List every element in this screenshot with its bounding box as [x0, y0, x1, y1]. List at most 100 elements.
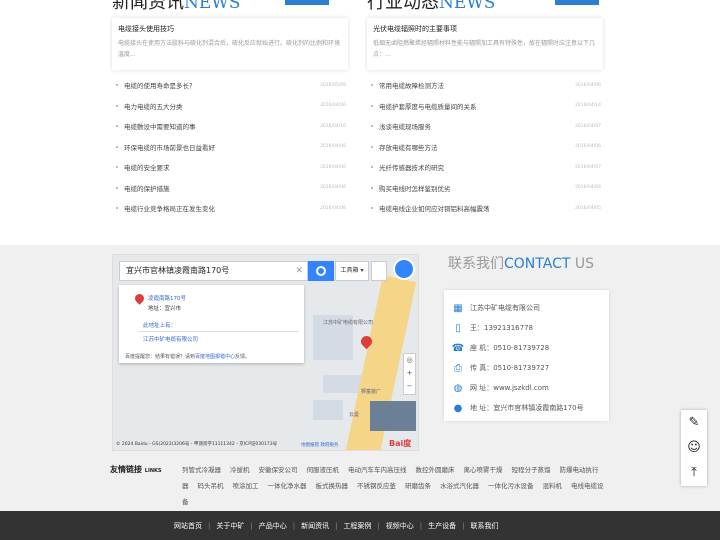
- popup-nearby: 此地址上有：: [143, 323, 177, 329]
- list-item[interactable]: 电缆电线企业如何应对铜铝料高幅震荡 2016/04/05: [367, 198, 603, 219]
- list-item[interactable]: 电缆的保护措施 2016/04/06: [112, 178, 348, 199]
- friend-link[interactable]: 研磨齿条: [405, 482, 431, 490]
- friend-link[interactable]: 安徽保安公司: [259, 466, 298, 474]
- friend-link[interactable]: 板式换热器: [316, 482, 349, 490]
- contact-fax: ⎙ 传 真：0510-81739727: [454, 362, 550, 374]
- map-tools-button[interactable]: 工具箱 ▾: [335, 261, 369, 281]
- industry-more-tab[interactable]: [555, 0, 599, 5]
- popup-address: 地址：宜兴市: [148, 306, 182, 312]
- back-to-top-icon[interactable]: ⤒: [681, 460, 707, 485]
- map-label-site1: 狮童装厂: [361, 389, 382, 395]
- friend-link[interactable]: 混料机: [543, 482, 563, 490]
- friend-link[interactable]: 不锈钢反应釜: [357, 482, 396, 490]
- footer-nav-item[interactable]: 生产设备: [428, 522, 456, 530]
- contact-company: ▦ 江苏中矿电缆有限公司: [453, 302, 540, 314]
- list-item-date: 2016/04/06: [575, 185, 601, 191]
- list-item[interactable]: 环保电缆的市场前景也日益看好 2016/04/06: [112, 137, 348, 158]
- popup-company-link[interactable]: 江苏中矿电缆有限公司: [143, 335, 198, 343]
- map-copyright: © 2024 Baidu - GS(2023)3206号 - 甲测资字11111…: [116, 442, 278, 447]
- qq-icon[interactable]: ☺: [681, 435, 707, 460]
- friend-link[interactable]: 码头吊机: [198, 482, 224, 490]
- list-item[interactable]: 电力电缆的五大分类 2016/04/06: [112, 96, 348, 117]
- news-feature-title[interactable]: 电缆接头使用技巧: [118, 24, 342, 34]
- list-item-date: 2016/04/06: [575, 82, 601, 88]
- side-toolbar: ✎ ☺ ⤒: [681, 410, 707, 486]
- location-icon: ●: [453, 402, 463, 414]
- list-item[interactable]: 浅谈电缆现场服务 2016/04/07: [367, 116, 603, 137]
- baidu-map[interactable]: 宜兴市官林镇凌霞南路170号 ✕ 工具箱 ▾ 凌霞南路170号 地址：宜兴市 此地…: [112, 254, 419, 451]
- list-item[interactable]: 电缆的安全要求 2016/04/06: [112, 157, 348, 178]
- list-item-date: 2016/04/06: [320, 185, 346, 191]
- list-item-title[interactable]: 电缆行业竞争格局正在发生变化: [124, 203, 215, 213]
- list-item[interactable]: 电缆护套厚度与电缆质量间的关系 2016/04/14: [367, 96, 603, 117]
- map-panorama-thumb[interactable]: [370, 401, 416, 431]
- error-center-link[interactable]: 百度地图报错中心: [195, 354, 235, 360]
- friend-link[interactable]: 列管式冷凝器: [182, 466, 221, 474]
- phone-icon: ☎: [451, 342, 465, 354]
- friend-link[interactable]: 冷拔机: [230, 466, 250, 474]
- list-item[interactable]: 光纤传感器技术的研究 2016/04/07: [367, 157, 603, 178]
- map-search-input[interactable]: 宜兴市官林镇凌霞南路170号 ✕: [119, 261, 308, 281]
- friend-link[interactable]: 水浴式汽化器: [440, 482, 479, 490]
- list-item-title[interactable]: 电缆敷设中需要知道的事: [124, 121, 196, 131]
- footer-nav-item[interactable]: 产品中心: [259, 522, 287, 530]
- footer-nav-item[interactable]: 联系我们: [471, 522, 499, 530]
- list-item[interactable]: 电缆的使用寿命是多长？ 2016/05/09: [112, 75, 348, 96]
- globe-icon: ◍: [453, 382, 463, 394]
- footer-nav: 网站首页 | 关于中矿 | 产品中心 | 新闻资讯 | 工程案例 | 视频中心 | 生产设备 | 联系我们: [168, 521, 505, 531]
- list-item-title[interactable]: 浅谈电缆现场服务: [379, 121, 431, 131]
- list-item-title[interactable]: 电缆的安全要求: [124, 162, 170, 172]
- footer: 网站首页 | 关于中矿 | 产品中心 | 新闻资讯 | 工程案例 | 视频中心 | 生产设备 | 联系我们: [0, 511, 720, 540]
- contact-title: 联系我们CONTACT US: [448, 256, 594, 272]
- footer-nav-item[interactable]: 网站首页: [174, 522, 202, 530]
- news-feature[interactable]: 电缆接头使用技巧 电缆接头在使用方法胶料与硫化剂混合后，硫化反应就始进行。硫化剂…: [112, 18, 348, 70]
- friend-link[interactable]: 短程分子蒸馏: [512, 466, 551, 474]
- map-search-button[interactable]: [308, 261, 334, 281]
- list-item-date: 2016/04/14: [575, 103, 601, 109]
- list-item[interactable]: 电缆敷设中需要知道的事 2016/04/10: [112, 116, 348, 137]
- map-gov-link[interactable]: 政府服务: [320, 443, 338, 448]
- links-heading: 友情链接 LINKS: [110, 465, 162, 474]
- list-item-title[interactable]: 光纤传感器技术的研究: [379, 162, 444, 172]
- list-item-date: 2016/04/07: [575, 123, 601, 129]
- friend-link[interactable]: 数控外圆磨床: [416, 466, 455, 474]
- friend-link[interactable]: 伺服液压机: [307, 466, 340, 474]
- friend-link[interactable]: 喷涂加工: [233, 482, 259, 490]
- list-item[interactable]: 常用电缆故障检测方法 2016/04/06: [367, 75, 603, 96]
- friend-link[interactable]: 离心喷雾干燥: [464, 466, 503, 474]
- popup-name[interactable]: 凌霞南路170号: [148, 294, 186, 302]
- list-item-title[interactable]: 环保电缆的市场前景也日益看好: [124, 142, 215, 152]
- list-item-title[interactable]: 存放电缆有哪些方法: [379, 142, 438, 152]
- map-block: [313, 400, 343, 420]
- map-error-link[interactable]: 地图报错: [301, 443, 319, 448]
- edit-icon[interactable]: ✎: [681, 410, 707, 435]
- message-icon[interactable]: [371, 261, 387, 281]
- list-item[interactable]: 存放电缆有哪些方法 2016/04/06: [367, 137, 603, 158]
- list-item-title[interactable]: 电缆护套厚度与电缆质量间的关系: [379, 101, 477, 111]
- list-item-title[interactable]: 常用电缆故障检测方法: [379, 80, 444, 90]
- industry-feature[interactable]: 光伏电缆辐照时的主要事项 低烟无卤阻燃聚烯烃辐照材料性能与辐照加工具有特殊性，故…: [367, 18, 603, 70]
- list-item-title[interactable]: 电力电缆的五大分类: [124, 101, 183, 111]
- map-label-site2: 云曼: [349, 412, 360, 418]
- list-item-title[interactable]: 购买电线时怎样鉴别优劣: [379, 183, 451, 193]
- user-avatar-icon[interactable]: [393, 258, 415, 280]
- list-item-title[interactable]: 电缆的保护措施: [124, 183, 170, 193]
- footer-nav-item[interactable]: 视频中心: [386, 522, 414, 530]
- list-item[interactable]: 电缆行业竞争格局正在发生变化 2016/04/06: [112, 198, 348, 219]
- friend-link[interactable]: 电动汽车车内高压线: [348, 466, 407, 474]
- footer-nav-item[interactable]: 新闻资讯: [301, 522, 329, 530]
- footer-nav-item[interactable]: 关于中矿: [216, 522, 244, 530]
- popup-footer: 百度提醒您：结果有错误？请到百度地图报错中心反馈。: [125, 354, 251, 360]
- list-item-date: 2016/05/09: [320, 82, 346, 88]
- list-item-title[interactable]: 电缆的使用寿命是多长？: [124, 80, 196, 90]
- industry-feature-title[interactable]: 光伏电缆辐照时的主要事项: [373, 24, 597, 34]
- list-item-title[interactable]: 电缆电线企业如何应对铜铝料高幅震荡: [379, 203, 490, 213]
- news-more-tab[interactable]: [285, 0, 329, 5]
- friend-link[interactable]: 一体化污水设备: [488, 482, 534, 490]
- footer-nav-item[interactable]: 工程案例: [343, 522, 371, 530]
- industry-feature-text: 低烟无卤阻燃聚烯烃辐照材料性能与辐照加工具有特殊性，故在辐照时应注意以下几点：.…: [373, 40, 596, 58]
- list-item[interactable]: 购买电线时怎样鉴别优劣 2016/04/06: [367, 178, 603, 199]
- friend-link[interactable]: 一体化净水器: [268, 482, 307, 490]
- clear-icon[interactable]: ✕: [295, 262, 303, 280]
- map-zoom-control[interactable]: ◎ + −: [403, 353, 416, 395]
